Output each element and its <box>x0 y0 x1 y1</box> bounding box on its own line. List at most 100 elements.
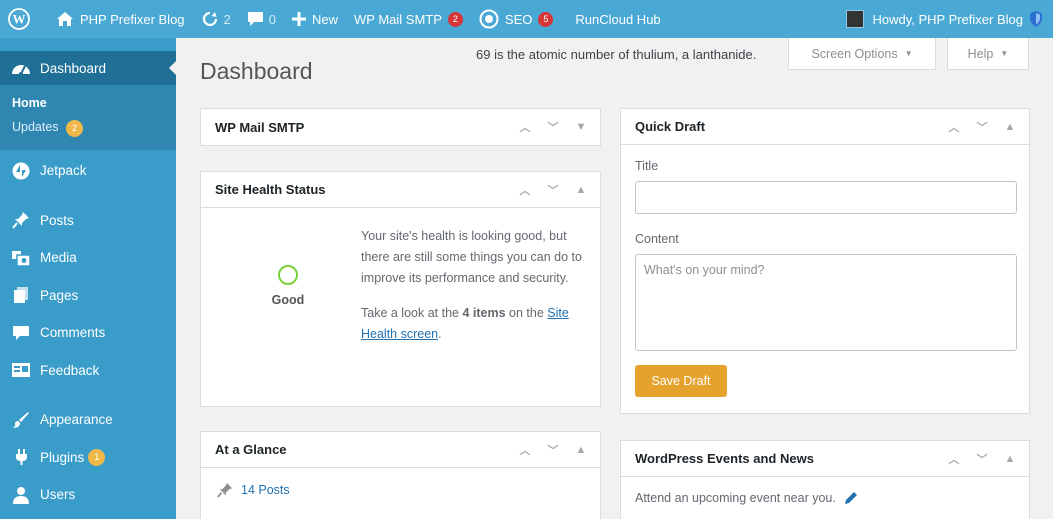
sidebar-item-feedback[interactable]: Feedback <box>0 352 176 390</box>
sidebar-item-label: Posts <box>40 212 74 228</box>
user-account-menu[interactable]: Howdy, PHP Prefixer Blog <box>838 0 1053 38</box>
admin-sidebar: Dashboard Home Updates 2 Jetpack Posts M… <box>0 38 176 519</box>
comments-menu[interactable]: 0 <box>239 0 284 38</box>
health-status-label: Good <box>271 292 305 307</box>
seo-label: SEO <box>504 11 533 27</box>
sidebar-item-label: Pages <box>40 287 79 303</box>
avatar <box>846 10 865 28</box>
smtp-label: WP Mail SMTP <box>354 11 442 27</box>
submenu-item-home[interactable]: Home <box>0 91 176 115</box>
pushpin-icon <box>10 210 32 230</box>
move-down-icon[interactable]: ﹀ <box>973 119 991 135</box>
dashboard-gauge-icon <box>10 58 32 78</box>
home-icon <box>56 11 74 27</box>
move-up-icon[interactable]: ︿ <box>516 119 534 135</box>
help-button[interactable]: Help ▼ <box>947 38 1029 70</box>
sidebar-item-label: Feedback <box>40 362 100 378</box>
widget-header[interactable]: Site Health Status ︿ ﹀ ▲ <box>201 172 600 208</box>
draft-title-input[interactable] <box>635 181 1017 214</box>
content-field-label: Content <box>635 232 679 246</box>
page-title: Dashboard <box>200 58 313 84</box>
sidebar-item-dashboard[interactable]: Dashboard <box>0 51 176 85</box>
sidebar-item-posts[interactable]: Posts <box>0 202 176 240</box>
save-draft-button[interactable]: Save Draft <box>635 365 727 397</box>
updates-count: 2 <box>223 11 231 27</box>
plugins-badge: 1 <box>88 448 106 466</box>
comment-bubble-icon <box>247 11 264 27</box>
updates-badge: 2 <box>66 120 84 137</box>
shield-icon <box>1029 11 1043 27</box>
site-name: PHP Prefixer Blog <box>80 11 185 27</box>
widget-header[interactable]: WordPress Events and News ︿ ﹀ ▲ <box>621 441 1029 477</box>
howdy-text: Howdy, PHP Prefixer Blog <box>872 11 1023 27</box>
sidebar-item-jetpack[interactable]: Jetpack <box>0 152 176 190</box>
sidebar-item-plugins[interactable]: Plugins 1 <box>0 439 176 477</box>
wp-mail-smtp-menu[interactable]: WP Mail SMTP 2 <box>346 0 471 38</box>
move-down-icon[interactable]: ﹀ <box>544 182 562 198</box>
sidebar-item-label: Appearance <box>40 412 113 428</box>
screen-options-button[interactable]: Screen Options ▼ <box>788 38 936 70</box>
sidebar-item-pages[interactable]: Pages <box>0 277 176 315</box>
toggle-panel-icon[interactable]: ▲ <box>572 184 590 196</box>
move-up-icon[interactable]: ︿ <box>516 182 534 198</box>
move-up-icon[interactable]: ︿ <box>945 119 963 135</box>
submenu-item-updates[interactable]: Updates 2 <box>0 115 176 142</box>
wordpress-logo-menu[interactable]: W <box>0 0 48 38</box>
new-content-menu[interactable]: New <box>284 0 346 38</box>
glance-posts-link[interactable]: 14 Posts <box>201 468 600 512</box>
runcloud-hub-menu[interactable]: RunCloud Hub <box>561 0 668 38</box>
widget-header[interactable]: WP Mail SMTP ︿ ﹀ ▼ <box>201 109 600 145</box>
runcloud-label: RunCloud Hub <box>575 11 661 27</box>
events-description: Attend an upcoming event near you. <box>635 491 836 505</box>
toggle-panel-icon[interactable]: ▲ <box>1001 453 1019 465</box>
help-label: Help <box>967 46 994 61</box>
dashboard-submenu: Home Updates 2 <box>0 85 176 150</box>
move-down-icon[interactable]: ﹀ <box>544 119 562 135</box>
svg-text:W: W <box>13 12 26 27</box>
caret-down-icon: ▼ <box>904 49 913 58</box>
toggle-panel-icon[interactable]: ▲ <box>1001 121 1019 133</box>
seo-badge: 5 <box>538 11 554 27</box>
widget-title: At a Glance <box>215 442 287 457</box>
pushpin-icon <box>217 482 233 498</box>
smtp-badge: 2 <box>447 11 463 27</box>
sidebar-item-label: Jetpack <box>40 163 87 179</box>
sidebar-item-appearance[interactable]: Appearance <box>0 401 176 439</box>
seo-logo-icon <box>479 9 499 29</box>
admin-bar: W PHP Prefixer Blog 2 0 New WP Mail SMTP… <box>0 0 1053 38</box>
health-take-look: Take a look at the 4 items on the Site H… <box>361 306 569 341</box>
toggle-panel-icon[interactable]: ▲ <box>572 444 590 456</box>
sidebar-item-comments[interactable]: Comments <box>0 314 176 352</box>
widget-quick-draft: Quick Draft ︿ ﹀ ▲ Title Content What's o… <box>620 108 1030 414</box>
widget-title: WP Mail SMTP <box>215 119 305 135</box>
sidebar-item-users[interactable]: Users <box>0 476 176 514</box>
jetpack-icon <box>10 161 32 181</box>
toggle-panel-icon[interactable]: ▼ <box>572 121 590 133</box>
hello-dolly-notice: 69 is the atomic number of thulium, a la… <box>476 47 757 62</box>
move-up-icon[interactable]: ︿ <box>945 451 963 467</box>
health-items-count: 4 items <box>462 306 506 320</box>
widget-header[interactable]: Quick Draft ︿ ﹀ ▲ <box>621 109 1029 145</box>
updates-menu[interactable]: 2 <box>193 0 239 38</box>
site-name-menu[interactable]: PHP Prefixer Blog <box>48 0 193 38</box>
media-icon <box>10 248 32 268</box>
move-down-icon[interactable]: ﹀ <box>544 442 562 458</box>
feedback-icon <box>10 360 32 380</box>
move-down-icon[interactable]: ﹀ <box>973 451 991 467</box>
comments-count: 0 <box>268 11 276 27</box>
edit-pencil-icon[interactable] <box>844 491 858 505</box>
plug-icon <box>10 447 32 467</box>
refresh-icon <box>201 10 219 28</box>
sidebar-item-media[interactable]: Media <box>0 239 176 277</box>
widget-header[interactable]: At a Glance ︿ ﹀ ▲ <box>201 432 600 468</box>
sidebar-item-label: Plugins <box>40 449 85 465</box>
new-label: New <box>312 11 339 27</box>
seo-menu[interactable]: SEO 5 <box>471 0 561 38</box>
move-up-icon[interactable]: ︿ <box>516 442 534 458</box>
title-field-label: Title <box>635 159 659 173</box>
wordpress-logo-icon: W <box>8 8 30 30</box>
user-icon <box>10 485 32 505</box>
health-description: Your site's health is looking good, but … <box>361 229 582 285</box>
draft-content-textarea[interactable]: What's on your mind? <box>635 254 1017 351</box>
submenu-item-label: Updates <box>12 120 59 134</box>
